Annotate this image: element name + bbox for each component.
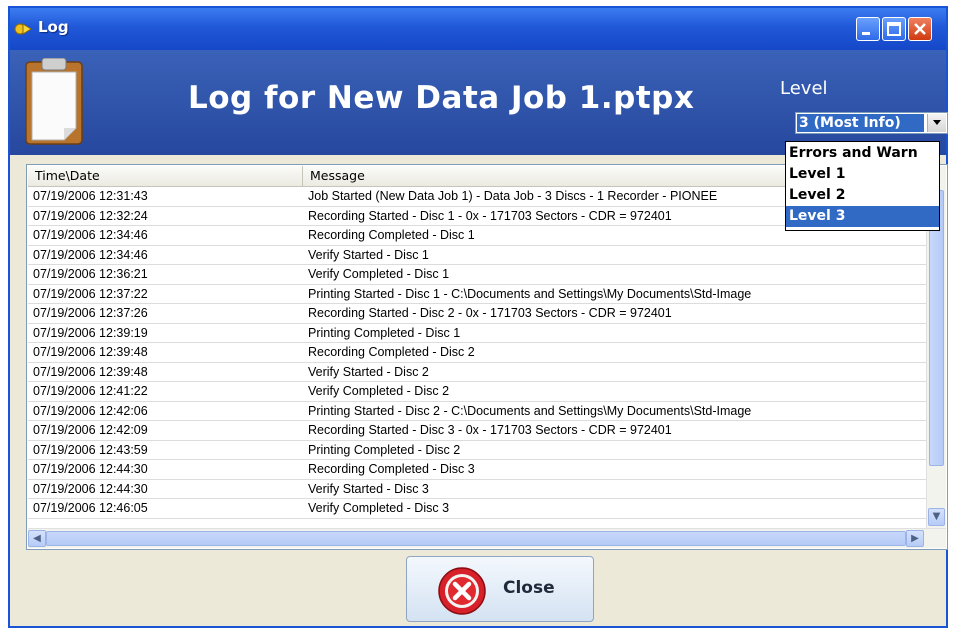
table-row[interactable]: 07/19/2006 12:39:19 Printing Completed - … [28, 324, 926, 343]
table-row[interactable]: 07/19/2006 12:39:48 Verify Started - Disc… [28, 363, 926, 382]
table-row[interactable]: 07/19/2006 12:36:21 Verify Completed - Di… [28, 265, 926, 285]
table-row[interactable]: 07/19/2006 12:44:30 Verify Started - Disc… [28, 480, 926, 499]
row-message: Printing Started - Disc 2 - C:\Documents… [308, 403, 752, 418]
row-time: 07/19/2006 12:34:46 [33, 247, 148, 262]
row-message: Job Started (New Data Job 1) - Data Job … [308, 189, 718, 203]
scroll-left-button[interactable]: ◀ [28, 530, 46, 547]
minimize-icon [862, 32, 870, 35]
level-select[interactable]: 3 (Most Info) [795, 112, 948, 134]
table-row[interactable]: 07/19/2006 12:44:30 Recording Completed -… [28, 460, 926, 480]
row-time: 07/19/2006 12:36:21 [33, 267, 148, 281]
row-message: Recording Completed - Disc 2 [308, 345, 475, 359]
clipboard-icon [25, 58, 83, 145]
row-message: Printing Completed - Disc 1 [308, 325, 461, 340]
log-header: Log for New Data Job 1.ptpx Level 3 (Mos… [10, 50, 948, 155]
row-message: Recording Started - Disc 1 - 0x - 171703… [308, 208, 672, 223]
table-row[interactable]: 07/19/2006 12:37:26 Recording Started - D… [28, 304, 926, 324]
row-message: Verify Started - Disc 1 [308, 247, 429, 262]
level-option-1[interactable]: Level 1 [786, 164, 939, 185]
scroll-down-button[interactable]: ▼ [928, 508, 945, 526]
row-time: 07/19/2006 12:41:22 [33, 384, 148, 398]
level-option-2[interactable]: Level 2 [786, 185, 939, 206]
row-message: Recording Started - Disc 2 - 0x - 171703… [308, 306, 672, 320]
row-time: 07/19/2006 12:37:22 [33, 286, 148, 301]
close-window-icon [914, 23, 926, 35]
table-row[interactable]: 07/19/2006 12:46:05 Verify Completed - Di… [28, 499, 926, 519]
scroll-right-button[interactable]: ▶ [906, 530, 924, 547]
row-time: 07/19/2006 12:39:48 [33, 345, 148, 359]
row-time: 07/19/2006 12:31:43 [33, 189, 148, 203]
row-time: 07/19/2006 12:39:19 [33, 325, 148, 340]
row-time: 07/19/2006 12:42:06 [33, 403, 148, 418]
log-window: Log Log for New Data Job 1.ptpx Level 3 … [8, 6, 948, 628]
table-row[interactable]: 07/19/2006 12:43:59 Printing Completed - … [28, 441, 926, 460]
page-title: Log for New Data Job 1.ptpx [188, 80, 695, 116]
row-time: 07/19/2006 12:44:30 [33, 481, 148, 496]
row-message: Printing Started - Disc 1 - C:\Documents… [308, 286, 752, 301]
level-dropdown-list[interactable]: Errors and Warn Level 1 Level 2 Level 3 [785, 141, 940, 231]
row-time: 07/19/2006 12:37:26 [33, 306, 148, 320]
close-button[interactable]: Close [406, 556, 594, 622]
vertical-scroll-thumb[interactable] [929, 190, 944, 466]
close-window-button[interactable] [908, 17, 932, 41]
log-app-icon [14, 23, 32, 35]
row-message: Recording Completed - Disc 3 [308, 462, 475, 476]
close-x-icon [438, 567, 486, 615]
row-time: 07/19/2006 12:42:09 [33, 423, 148, 437]
row-time: 07/19/2006 12:39:48 [33, 364, 148, 379]
column-header-time[interactable]: Time\Date [28, 166, 303, 187]
minimize-button[interactable] [856, 17, 880, 41]
level-dropdown-button[interactable] [927, 114, 946, 132]
table-row[interactable]: 07/19/2006 12:41:22 Verify Completed - Di… [28, 382, 926, 402]
dropdown-arrow-icon [933, 120, 941, 125]
row-time: 07/19/2006 12:43:59 [33, 442, 148, 457]
row-message: Verify Completed - Disc 1 [308, 267, 450, 281]
table-row[interactable]: 07/19/2006 12:39:48 Recording Completed -… [28, 343, 926, 363]
row-message: Recording Started - Disc 3 - 0x - 171703… [308, 423, 672, 437]
row-message: Verify Completed - Disc 3 [308, 501, 450, 515]
level-option-3[interactable]: Level 3 [786, 206, 939, 227]
row-message: Recording Completed - Disc 1 [308, 228, 475, 242]
maximize-button[interactable] [882, 17, 906, 41]
maximize-icon [887, 22, 901, 36]
table-row[interactable]: 07/19/2006 12:34:46 Verify Started - Disc… [28, 246, 926, 265]
horizontal-scroll-thumb[interactable] [46, 531, 906, 546]
row-message: Verify Completed - Disc 2 [308, 384, 450, 398]
row-message: Verify Started - Disc 3 [308, 481, 429, 496]
close-button-label: Close [503, 578, 555, 598]
table-row[interactable]: 07/19/2006 12:42:06 Printing Started - Di… [28, 402, 926, 421]
table-row[interactable]: 07/19/2006 12:42:09 Recording Started - D… [28, 421, 926, 441]
level-option-errors[interactable]: Errors and Warn [786, 143, 939, 164]
level-select-value: 3 (Most Info) [797, 114, 924, 132]
row-time: 07/19/2006 12:44:30 [33, 462, 148, 476]
table-row[interactable]: 07/19/2006 12:37:22 Printing Started - Di… [28, 285, 926, 304]
horizontal-scrollbar[interactable]: ◀ ▶ [28, 528, 946, 548]
row-message: Verify Started - Disc 2 [308, 364, 429, 379]
window-title: Log [38, 18, 69, 36]
row-time: 07/19/2006 12:32:24 [33, 208, 148, 223]
row-message: Printing Completed - Disc 2 [308, 442, 461, 457]
row-time: 07/19/2006 12:34:46 [33, 228, 148, 242]
title-bar[interactable]: Log [10, 8, 946, 50]
row-time: 07/19/2006 12:46:05 [33, 501, 148, 515]
level-label: Level [780, 78, 828, 99]
